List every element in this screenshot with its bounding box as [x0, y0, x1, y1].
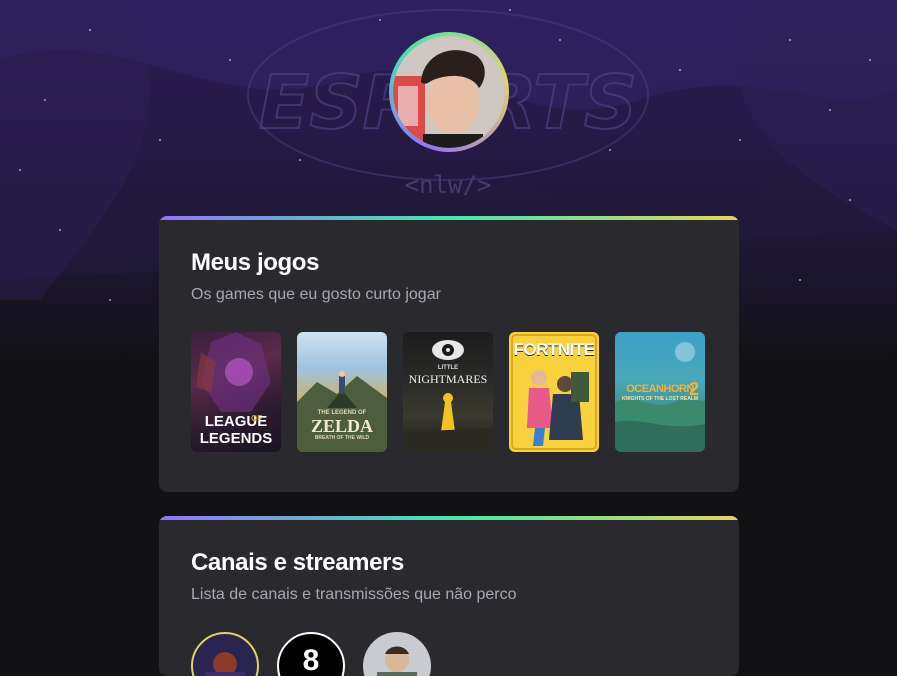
streamer-avatar-3[interactable] — [363, 632, 431, 676]
game-title-lol-line2: LEGENDS — [199, 430, 273, 447]
game-title-ln-main: NIGHTMARES — [408, 372, 488, 386]
game-fortnite[interactable]: FORTNITE — [509, 332, 599, 452]
games-card-subtitle: Os games que eu gosto curto jogar — [191, 286, 441, 303]
streams-card: Canais e streamers Lista de canais e tra… — [159, 516, 739, 676]
game-oceanhorn-2[interactable]: OCEANHORN 2 KNIGHTS OF THE LOST REALM — [615, 332, 705, 452]
streams-card-title: Canais e streamers — [191, 549, 404, 576]
game-title-lol-of: OF — [251, 414, 263, 423]
game-title-zelda-sub: BREATH OF THE WILD — [314, 435, 370, 441]
game-title-lol-line1: LEAGUE — [204, 413, 268, 430]
game-art-little-nightmares — [403, 340, 493, 452]
game-zelda[interactable]: THE LEGEND OF ZELDA BREATH OF THE WILD — [297, 332, 387, 452]
games-card-title: Meus jogos — [191, 249, 320, 276]
profile-avatar-image — [393, 36, 505, 148]
streamer-avatar-1[interactable] — [191, 632, 259, 676]
streamer-2-logo: 8 — [302, 644, 320, 676]
profile-avatar-ring[interactable] — [389, 32, 509, 152]
games-card: Meus jogos Os games que eu gosto curto j… — [159, 216, 739, 492]
game-title-zelda-main: ZELDA — [310, 416, 373, 436]
streamer-1-image — [205, 652, 245, 676]
streams-card-subtitle: Lista de canais e transmissões que não p… — [191, 586, 517, 603]
game-title-fortnite: FORTNITE — [513, 340, 596, 359]
game-league-of-legends[interactable]: LEAGUE OF LEGENDS — [191, 332, 281, 452]
game-title-oceanhorn-sub: KNIGHTS OF THE LOST REALM — [621, 396, 699, 402]
nlw-watermark: <nlw/> — [405, 171, 492, 199]
streamer-3-image — [377, 646, 417, 676]
game-title-ln-small: LITTLE — [437, 365, 459, 371]
streamer-avatar-2[interactable]: 8 — [277, 632, 345, 676]
game-little-nightmares[interactable]: LITTLE NIGHTMARES — [403, 332, 493, 452]
profile-avatar[interactable] — [393, 36, 505, 148]
